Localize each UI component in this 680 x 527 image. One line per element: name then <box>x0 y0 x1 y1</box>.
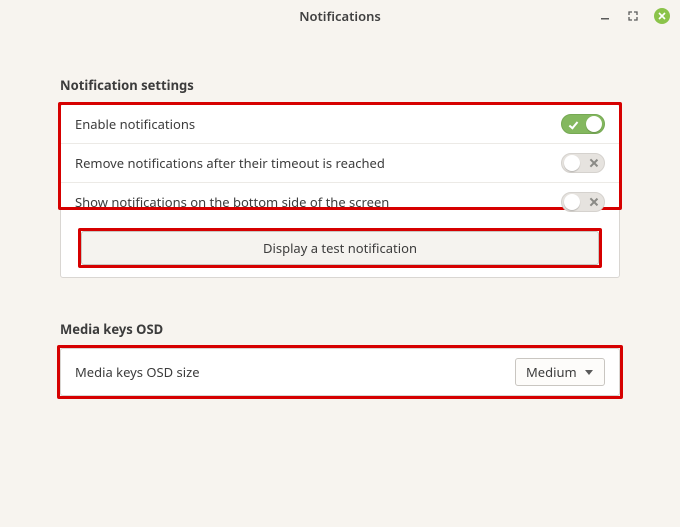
toggle-enable-notifications[interactable] <box>561 114 605 134</box>
label-remove-after-timeout: Remove notifications after their timeout… <box>75 154 385 172</box>
section-label-media-osd: Media keys OSD <box>60 320 620 338</box>
row-enable-notifications: Enable notifications <box>61 105 619 143</box>
label-media-osd-size: Media keys OSD size <box>75 363 200 381</box>
row-bottom-side: Show notifications on the bottom side of… <box>61 182 619 221</box>
combo-media-osd-size[interactable]: Medium <box>515 358 605 386</box>
close-icon <box>658 12 666 20</box>
maximize-icon <box>628 11 638 21</box>
toggle-knob <box>586 116 602 132</box>
maximize-button[interactable] <box>626 9 640 23</box>
display-test-notification-label: Display a test notification <box>263 239 417 257</box>
window: Notifications Notification settings <box>0 0 680 527</box>
toggle-knob <box>564 194 580 210</box>
toggle-knob <box>564 155 580 171</box>
window-controls <box>598 0 670 32</box>
display-test-notification-button[interactable]: Display a test notification <box>81 231 599 265</box>
notification-settings-panel: Enable notifications Remove notification… <box>60 104 620 278</box>
section-label-notifications: Notification settings <box>60 76 620 94</box>
row-media-osd-size: Media keys OSD size Medium <box>61 349 619 395</box>
close-button[interactable] <box>654 8 670 24</box>
combo-value-media-osd-size: Medium <box>526 363 577 381</box>
window-title: Notifications <box>299 7 381 25</box>
row-remove-after-timeout: Remove notifications after their timeout… <box>61 143 619 182</box>
minimize-icon <box>600 11 610 21</box>
media-osd-panel: Media keys OSD size Medium <box>60 348 620 396</box>
test-notification-bar: Display a test notification <box>61 231 619 277</box>
chevron-down-icon <box>585 370 593 375</box>
minimize-button[interactable] <box>598 9 612 23</box>
content-area: Notification settings Enable notificatio… <box>0 32 680 396</box>
toggle-remove-after-timeout[interactable] <box>561 153 605 173</box>
toggle-bottom-side[interactable] <box>561 192 605 212</box>
titlebar: Notifications <box>0 0 680 32</box>
label-bottom-side: Show notifications on the bottom side of… <box>75 193 389 211</box>
label-enable-notifications: Enable notifications <box>75 115 195 133</box>
